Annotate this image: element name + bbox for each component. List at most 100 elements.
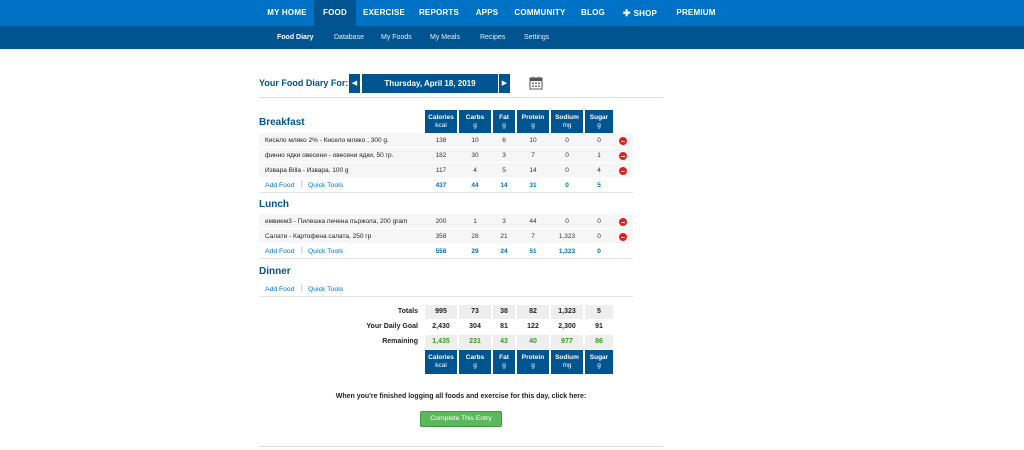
- sugar-value: 0: [597, 218, 601, 225]
- total-sugar: 5: [585, 305, 613, 319]
- sugar-value: 0: [597, 233, 601, 240]
- sugar-value: 0: [597, 137, 601, 144]
- remaining-sugar: 86: [585, 335, 613, 349]
- remove-food-icon[interactable]: [619, 218, 627, 226]
- nav-my-home[interactable]: MY HOME: [262, 0, 312, 26]
- dinner-add-line: Add Food | Quick Tools: [259, 282, 633, 297]
- quick-tools-link[interactable]: Quick Tools: [308, 248, 343, 255]
- food-name[interactable]: емвием3 - Пилешка печена пържола, 200 gr…: [265, 218, 407, 225]
- protein-value: 7: [531, 152, 535, 159]
- sub-navigation: Food Diary Database My Foods My Meals Re…: [0, 26, 1024, 49]
- breakfast-add-line: Add Food | Quick Tools 437 44 14 31 0 5: [259, 178, 633, 193]
- carbs-value: 28: [471, 233, 479, 240]
- calories-value: 358: [435, 233, 447, 240]
- add-food-link[interactable]: Add Food: [265, 286, 294, 293]
- add-food-link[interactable]: Add Food: [265, 182, 294, 189]
- nav-community[interactable]: COMMUNITY: [509, 0, 571, 26]
- total-fat: 38: [493, 305, 515, 319]
- fat-value: 21: [500, 233, 508, 240]
- total-calories: 995: [425, 305, 457, 319]
- remove-food-icon[interactable]: [619, 137, 627, 145]
- diary-title: Your Food Diary For:: [259, 78, 349, 88]
- sugar-value: 1: [597, 152, 601, 159]
- totals-label: Totals: [397, 308, 418, 315]
- add-food-link[interactable]: Add Food: [265, 248, 294, 255]
- protein-value: 14: [529, 167, 537, 174]
- protein-value: 44: [529, 218, 537, 225]
- column-footer-fat: Fat g: [493, 350, 515, 374]
- quick-tools-link[interactable]: Quick Tools: [308, 182, 343, 189]
- carbs-value: 1: [473, 218, 477, 225]
- food-name[interactable]: Извара Billa - Извара, 100 g: [265, 167, 349, 174]
- sodium-subtotal: 0: [565, 182, 569, 189]
- goal-fat: 81: [500, 323, 508, 330]
- sugar-subtotal: 5: [597, 182, 601, 189]
- sodium-value: 0: [565, 137, 569, 144]
- subnav-database[interactable]: Database: [334, 26, 364, 49]
- subnav-food-diary[interactable]: Food Diary: [277, 26, 314, 49]
- remaining-protein: 40: [517, 335, 549, 349]
- remove-food-icon[interactable]: [619, 167, 627, 175]
- sugar-value: 4: [597, 167, 601, 174]
- goal-carbs: 304: [469, 323, 481, 330]
- remaining-label: Remaining: [382, 338, 418, 345]
- calendar-icon[interactable]: [529, 76, 543, 90]
- quick-tools-link[interactable]: Quick Tools: [308, 286, 343, 293]
- calories-value: 200: [435, 218, 447, 225]
- column-footer-sugar: Sugar g: [585, 350, 613, 374]
- breakfast-title: Breakfast: [259, 117, 305, 128]
- sodium-value: 0: [565, 152, 569, 159]
- nav-blog[interactable]: BLOG: [576, 0, 610, 26]
- dinner-title: Dinner: [259, 266, 291, 277]
- carbs-value: 10: [471, 137, 479, 144]
- total-carbs: 73: [459, 305, 491, 319]
- remove-food-icon[interactable]: [619, 233, 627, 241]
- calories-value: 117: [435, 167, 447, 174]
- sodium-value: 0: [565, 218, 569, 225]
- carbs-subtotal: 29: [471, 248, 479, 255]
- column-footer-calories: Calories kcal: [425, 350, 457, 374]
- table-row[interactable]: Извара Billa - Извара, 100 g 117 4 5 14 …: [259, 163, 633, 178]
- complete-entry-button[interactable]: Complete This Entry: [420, 411, 502, 427]
- previous-day-arrow-icon[interactable]: ◀: [349, 74, 360, 93]
- remaining-fat: 43: [493, 335, 515, 349]
- food-name[interactable]: Салати - Картофена салата, 250 гр: [265, 233, 371, 240]
- table-row[interactable]: финно ядки овесени - овесени ядки, 50 гр…: [259, 148, 633, 163]
- subnav-settings[interactable]: Settings: [524, 26, 549, 49]
- sodium-value: 1,323: [558, 233, 576, 240]
- table-row[interactable]: Кисело мляко 2% - Кисело мляко , 300 g. …: [259, 133, 633, 148]
- protein-subtotal: 31: [529, 182, 537, 189]
- subnav-recipes[interactable]: Recipes: [480, 26, 505, 49]
- protein-value: 10: [529, 137, 537, 144]
- table-row[interactable]: Салати - Картофена салата, 250 гр 358 28…: [259, 229, 633, 244]
- carbs-subtotal: 44: [471, 182, 479, 189]
- protein-subtotal: 51: [529, 248, 537, 255]
- total-sodium: 1,323: [551, 305, 583, 319]
- nav-food[interactable]: FOOD: [314, 0, 356, 26]
- remaining-carbs: 231: [459, 335, 491, 349]
- nav-apps[interactable]: APPS: [470, 0, 504, 26]
- next-day-arrow-icon[interactable]: ▶: [499, 74, 510, 93]
- link-separator: |: [301, 285, 303, 292]
- food-name[interactable]: Кисело мляко 2% - Кисело мляко , 300 g.: [265, 137, 389, 144]
- column-header-sugar: Sugar g: [585, 110, 613, 134]
- sodium-value: 0: [565, 167, 569, 174]
- diary-header: Your Food Diary For: ◀ Thursday, April 1…: [259, 74, 663, 98]
- fat-value: 6: [502, 137, 506, 144]
- remove-food-icon[interactable]: [619, 152, 627, 160]
- nav-premium[interactable]: PREMIUM: [670, 0, 722, 26]
- nav-shop[interactable]: ✚ SHOP: [615, 0, 665, 26]
- column-header-fat: Fat g: [493, 110, 515, 134]
- lunch-add-line: Add Food | Quick Tools 558 29 24 51 1,32…: [259, 244, 633, 259]
- fat-value: 5: [502, 167, 506, 174]
- calories-value: 138: [435, 137, 447, 144]
- nav-reports[interactable]: REPORTS: [413, 0, 465, 26]
- protein-value: 7: [531, 233, 535, 240]
- nav-exercise[interactable]: EXERCISE: [358, 0, 410, 26]
- table-row[interactable]: емвием3 - Пилешка печена пържола, 200 gr…: [259, 214, 633, 229]
- subnav-my-foods[interactable]: My Foods: [381, 26, 412, 49]
- subnav-my-meals[interactable]: My Meals: [430, 26, 460, 49]
- nav-shop-label: SHOP: [633, 9, 658, 18]
- sugar-subtotal: 0: [597, 248, 601, 255]
- food-name[interactable]: финно ядки овесени - овесени ядки, 50 гр…: [265, 152, 393, 159]
